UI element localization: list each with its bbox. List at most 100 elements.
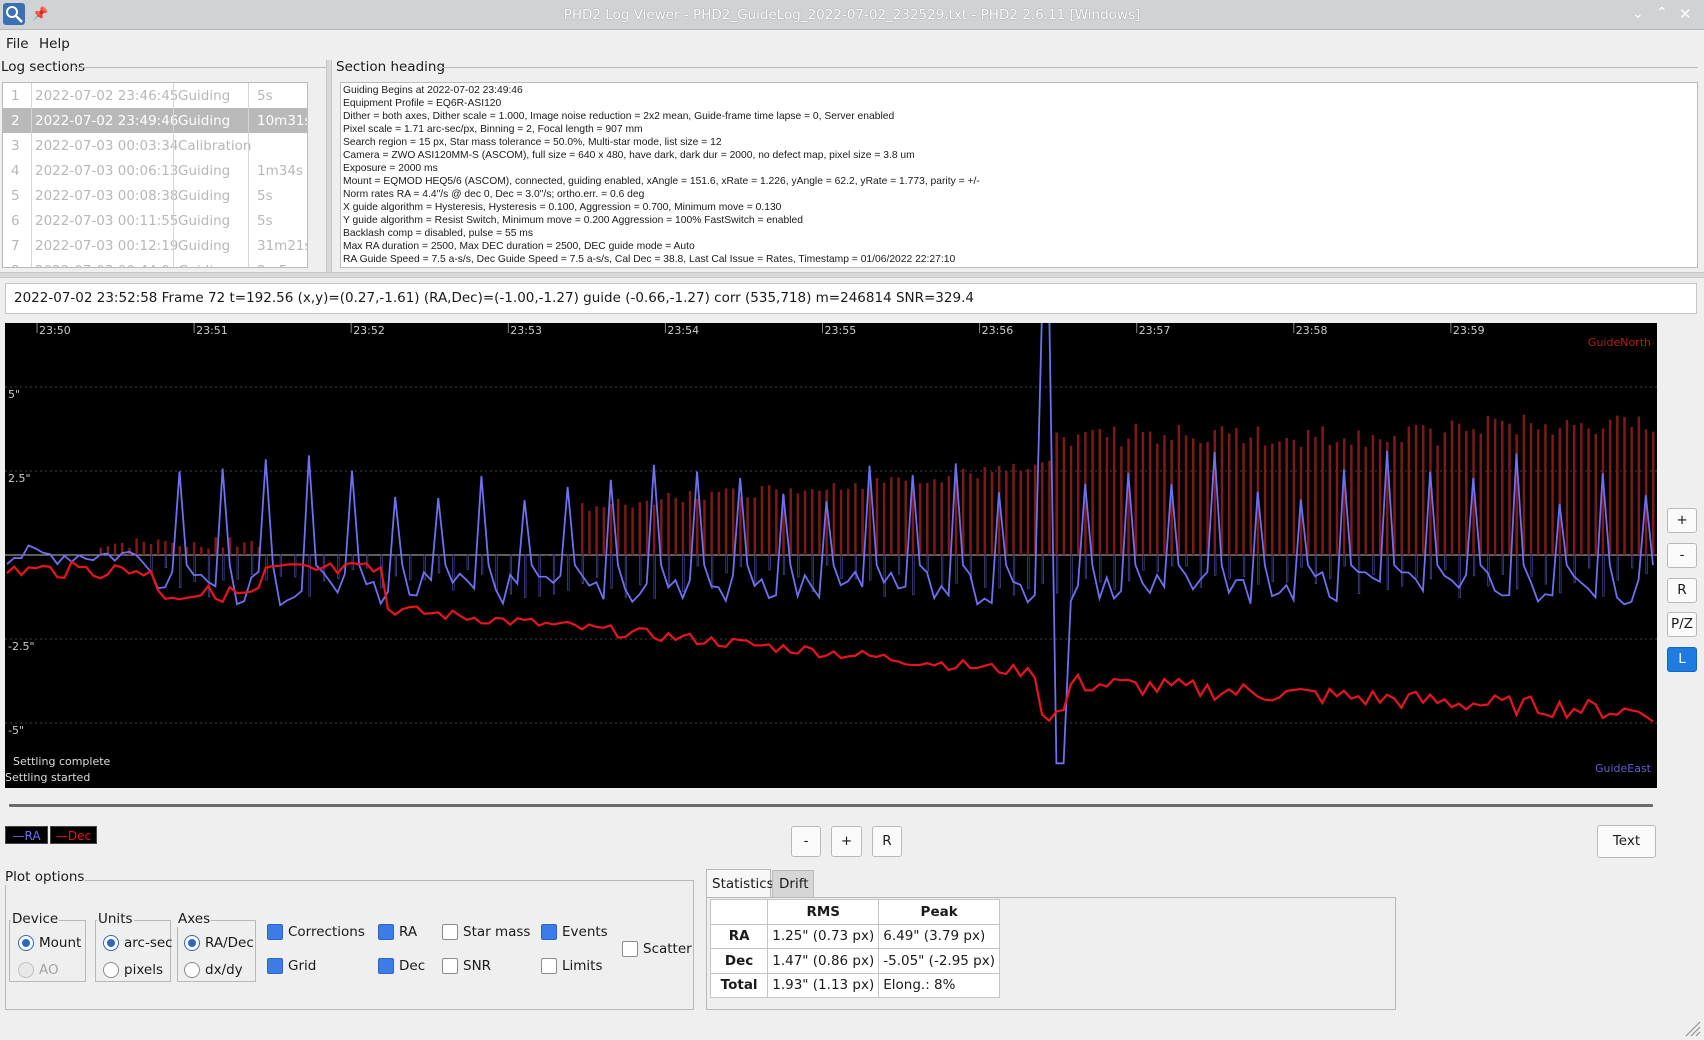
- guide-north-bar: [1026, 469, 1030, 555]
- corrections-label: Corrections: [288, 924, 365, 940]
- close-icon[interactable]: ✕: [1679, 5, 1692, 23]
- log-section-date: 2022-07-02 23:49:46: [35, 113, 179, 129]
- scroll-plus-button[interactable]: +: [831, 826, 862, 857]
- menu-file[interactable]: File: [6, 36, 29, 52]
- guide-north-bar: [1227, 433, 1231, 555]
- radec-radio[interactable]: [184, 935, 200, 951]
- guide-east-bar: [581, 554, 584, 585]
- log-sections-label: Log sections: [1, 59, 86, 75]
- tab-drift[interactable]: Drift: [772, 870, 814, 897]
- grid-checkbox[interactable]: [267, 958, 283, 974]
- ao-radio[interactable]: [18, 962, 34, 978]
- guide-east-bar: [1329, 554, 1332, 580]
- scroll-minus-button[interactable]: -: [791, 826, 821, 857]
- guide-north-bar: [178, 546, 182, 555]
- snr-checkbox[interactable]: [442, 958, 458, 974]
- app-window: { "window": {"title": "PHD2 Log Viewer -…: [0, 0, 1704, 1040]
- guide-north-bar: [767, 485, 771, 555]
- corrections-checkbox[interactable]: [267, 924, 283, 940]
- guide-graph-canvas[interactable]: 5" 2.5" -2.5" -5" 23:50 23:51 23:52 23:53 23:54 2…: [5, 323, 1657, 788]
- maximize-icon[interactable]: ⌃: [1656, 5, 1668, 21]
- graph-scrollbar[interactable]: [9, 804, 1653, 807]
- section-heading-text[interactable]: Guiding Begins at 2022-07-02 23:49:46 Equ…: [340, 82, 1698, 268]
- guide-north-bar: [1486, 415, 1490, 555]
- guide-east-label: GuideEast: [1595, 762, 1652, 775]
- guide-east-bar: [294, 554, 297, 578]
- dec-checkbox[interactable]: [378, 958, 394, 974]
- guide-north-bar: [1306, 430, 1310, 555]
- guide-east-bar: [1113, 554, 1116, 590]
- stats-cell: 6.49" (3.79 px): [878, 923, 1000, 949]
- guide-north-bar: [904, 480, 907, 555]
- mount-radio[interactable]: [18, 935, 34, 951]
- section-heading-line: Exposure = 2000 ms: [343, 163, 438, 174]
- guide-north-bar: [1062, 437, 1066, 555]
- log-section-row[interactable]: 5 2022-07-03 00:08:38 Guiding 5s: [3, 183, 307, 208]
- reset-scale-button[interactable]: R: [1667, 578, 1697, 603]
- guide-north-bar: [149, 543, 153, 555]
- log-section-date: 2022-07-03 00:44:0: [35, 263, 170, 267]
- ra-checkbox-label: RA: [399, 924, 418, 940]
- guide-east-bar: [452, 554, 455, 591]
- guide-east-bar: [164, 554, 167, 569]
- log-section-row[interactable]: 2 2022-07-02 23:49:46 Guiding 10m31s: [3, 108, 307, 133]
- guide-east-bar: [826, 554, 829, 566]
- panel-splitter-vertical[interactable]: [326, 60, 332, 272]
- star-mass-label: Star mass: [463, 924, 531, 940]
- guide-east-bar: [1458, 554, 1461, 598]
- log-section-row[interactable]: 4 2022-07-03 00:06:13 Guiding 1m34s: [3, 158, 307, 183]
- guide-north-bar: [1191, 438, 1195, 555]
- guide-north-bar: [1565, 419, 1569, 555]
- y-tick-label: 2.5": [8, 472, 31, 485]
- panel-splitter-horizontal[interactable]: [0, 272, 1704, 278]
- guide-east-bar: [1343, 554, 1346, 567]
- guide-north-bar: [250, 540, 253, 555]
- log-column-divider: [31, 158, 32, 183]
- log-section-row[interactable]: 6 2022-07-03 00:11:55 Guiding 5s: [3, 208, 307, 233]
- guide-east-bar: [567, 554, 570, 591]
- time-tick-label: 23:54: [667, 324, 699, 337]
- events-checkbox[interactable]: [541, 924, 557, 940]
- guide-north-bar: [192, 542, 196, 555]
- arcsec-radio[interactable]: [103, 935, 119, 951]
- text-button[interactable]: Text: [1597, 825, 1656, 858]
- lock-button[interactable]: L: [1667, 647, 1697, 672]
- radec-radio-label: RA/Dec: [205, 935, 254, 951]
- log-column-divider: [31, 208, 32, 233]
- log-section-row[interactable]: 1 2022-07-02 23:46:45 Guiding 5s: [3, 83, 307, 108]
- minimize-icon[interactable]: ⌄: [1632, 6, 1644, 22]
- limits-checkbox[interactable]: [541, 958, 557, 974]
- guide-east-bar: [1099, 554, 1102, 583]
- dxdy-radio[interactable]: [184, 962, 200, 978]
- zoom-in-button[interactable]: +: [1667, 508, 1697, 533]
- title-bar: 📌 PHD2 Log Viewer - PHD2_GuideLog_2022-0…: [0, 0, 1704, 30]
- star-mass-checkbox[interactable]: [442, 924, 458, 940]
- scatter-checkbox[interactable]: [622, 941, 638, 957]
- guide-east-bar: [1602, 554, 1605, 597]
- guide-north-bar: [1450, 420, 1454, 555]
- guide-graph[interactable]: 5" 2.5" -2.5" -5" 23:50 23:51 23:52 23:53 23:54 2…: [5, 323, 1657, 788]
- scroll-reset-button[interactable]: R: [872, 826, 902, 857]
- log-section-date: 2022-07-03 00:08:38: [35, 188, 179, 204]
- guide-north-bar: [1587, 428, 1590, 555]
- window-title: PHD2 Log Viewer - PHD2_GuideLog_2022-07-…: [563, 7, 1141, 23]
- menu-help[interactable]: Help: [39, 36, 70, 52]
- log-sections-table[interactable]: 1 2022-07-02 23:46:45 Guiding 5s 2 2022-07-02…: [2, 82, 308, 268]
- resize-grip-icon[interactable]: [1683, 1019, 1701, 1037]
- log-section-row[interactable]: 8 2022-07-03 00:44:0 Guiding 2m5s: [3, 258, 307, 267]
- tab-statistics[interactable]: Statistics: [706, 869, 774, 898]
- zoom-out-button[interactable]: -: [1667, 543, 1697, 568]
- guide-north-bar: [983, 467, 987, 555]
- stats-cell: 1.93" (1.13 px): [767, 972, 880, 998]
- log-section-num: 8: [11, 263, 20, 267]
- guide-east-bar: [337, 554, 340, 579]
- guide-north-bar: [667, 493, 670, 555]
- log-column-divider: [248, 258, 249, 267]
- log-section-row[interactable]: 7 2022-07-03 00:12:19 Guiding 31m21s: [3, 233, 307, 258]
- guide-north-bar: [1134, 424, 1137, 555]
- pixels-radio[interactable]: [103, 962, 119, 978]
- pan-zoom-button[interactable]: P/Z: [1667, 612, 1697, 637]
- ra-checkbox[interactable]: [378, 924, 394, 940]
- guide-east-bar: [1314, 554, 1318, 585]
- log-section-row[interactable]: 3 2022-07-03 00:03:34 Calibration: [3, 133, 307, 158]
